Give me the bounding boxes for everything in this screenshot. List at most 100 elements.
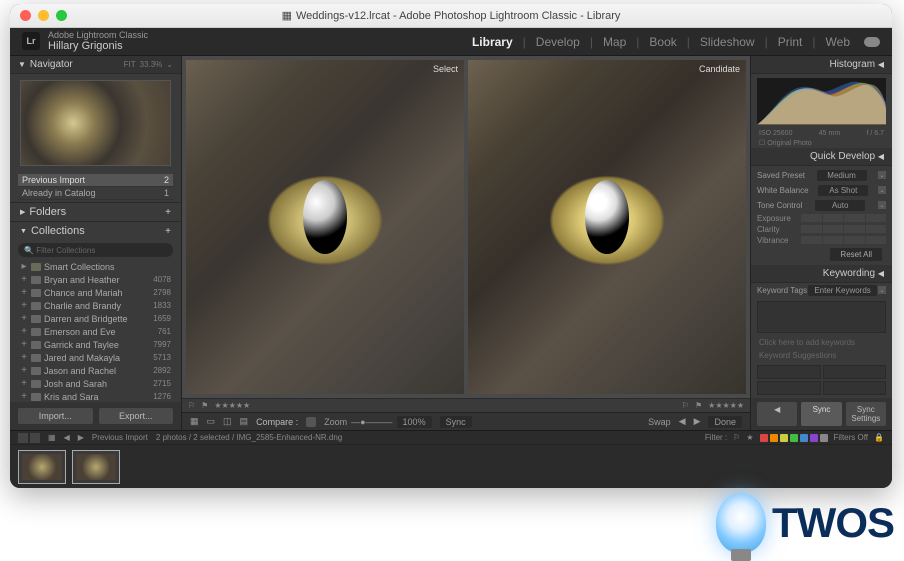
fwd-icon[interactable]: ▶ bbox=[78, 433, 84, 442]
sync-button[interactable]: Sync bbox=[801, 402, 841, 426]
selection-info: 2 photos / 2 selected / IMG_2585-Enhance… bbox=[156, 433, 342, 442]
collection-item[interactable]: +Emerson and Eve761 bbox=[16, 325, 175, 338]
module-web[interactable]: Web bbox=[820, 35, 856, 49]
histogram-chart bbox=[757, 78, 886, 125]
fullscreen-icon[interactable] bbox=[56, 10, 67, 21]
grid-icon[interactable]: ▦ bbox=[48, 433, 56, 442]
next-candidate-icon[interactable]: ▶ bbox=[694, 416, 701, 427]
color-label[interactable] bbox=[770, 434, 778, 442]
quick-develop-header[interactable]: Quick Develop ◀ bbox=[751, 148, 892, 166]
color-label[interactable] bbox=[760, 434, 768, 442]
reject-icon[interactable]: ⚑ bbox=[695, 401, 702, 410]
collection-item[interactable]: +Josh and Sarah2715 bbox=[16, 377, 175, 390]
traffic-lights bbox=[20, 10, 67, 21]
keyword-tags-mode[interactable]: Enter Keywords bbox=[808, 285, 876, 296]
triangle-right-icon: ▶ bbox=[20, 208, 25, 216]
color-label[interactable] bbox=[800, 434, 808, 442]
keyword-textarea[interactable] bbox=[757, 301, 886, 333]
collection-item[interactable]: +Jared and Makayla5713 bbox=[16, 351, 175, 364]
loupe-view-icon[interactable]: ▭ bbox=[207, 416, 216, 427]
collection-item[interactable]: +Darren and Bridgette1659 bbox=[16, 312, 175, 325]
folders-header[interactable]: ▶Folders+ bbox=[10, 202, 181, 221]
filter-star-icon[interactable]: ★ bbox=[746, 433, 753, 442]
filter-label: Filter : bbox=[705, 433, 727, 442]
second-window-icon[interactable] bbox=[30, 433, 40, 443]
filmstrip: ▦ ◀ ▶ Previous Import 2 photos / 2 select… bbox=[10, 430, 892, 488]
color-filter[interactable] bbox=[760, 434, 828, 442]
compare-select-image[interactable]: Select bbox=[186, 60, 464, 394]
module-develop[interactable]: Develop bbox=[530, 35, 586, 49]
sync-settings-button[interactable]: Sync Settings bbox=[846, 402, 886, 426]
back-icon[interactable]: ◀ bbox=[64, 433, 70, 442]
module-slideshow[interactable]: Slideshow bbox=[694, 35, 761, 49]
compare-view-icon[interactable]: ◫ bbox=[223, 416, 232, 427]
done-button[interactable]: Done bbox=[708, 416, 742, 428]
module-library[interactable]: Library bbox=[466, 35, 519, 49]
export-button[interactable]: Export... bbox=[99, 408, 174, 424]
flag-icon[interactable]: ⚐ bbox=[188, 401, 195, 410]
module-map[interactable]: Map bbox=[597, 35, 632, 49]
window-title: ▦ Weddings-v12.lrcat - Adobe Photoshop L… bbox=[282, 9, 621, 22]
grid-view-icon[interactable]: ▦ bbox=[190, 416, 199, 427]
prev-button[interactable]: ◀ bbox=[757, 402, 797, 426]
source-label[interactable]: Previous Import bbox=[92, 433, 148, 442]
main-window-icon[interactable] bbox=[18, 433, 28, 443]
select-label: Select bbox=[433, 64, 458, 74]
watermark: TWOS bbox=[716, 493, 894, 553]
compare-candidate-image[interactable]: Candidate bbox=[468, 60, 746, 394]
qd-slider-vibrance[interactable]: Vibrance bbox=[757, 235, 886, 246]
collection-item[interactable]: +Garrick and Taylee7997 bbox=[16, 338, 175, 351]
cloud-sync-icon[interactable] bbox=[864, 37, 880, 47]
preset-select[interactable]: Medium bbox=[817, 170, 867, 181]
color-label[interactable] bbox=[780, 434, 788, 442]
chevron-down-icon[interactable]: ⌄ bbox=[878, 201, 886, 209]
survey-view-icon[interactable]: ▤ bbox=[240, 416, 249, 427]
lock-icon[interactable] bbox=[306, 417, 316, 427]
module-book[interactable]: Book bbox=[643, 35, 682, 49]
filter-flag-icon[interactable]: ⚐ bbox=[733, 433, 740, 442]
collection-item[interactable]: +Charlie and Brandy1833 bbox=[16, 299, 175, 312]
collections-header[interactable]: ▼Collections+ bbox=[10, 221, 181, 240]
flag-icon[interactable]: ⚐ bbox=[682, 401, 689, 410]
color-label[interactable] bbox=[790, 434, 798, 442]
color-label[interactable] bbox=[810, 434, 818, 442]
qd-slider-exposure[interactable]: Exposure bbox=[757, 213, 886, 224]
collection-item[interactable]: +Bryan and Heather4078 bbox=[16, 273, 175, 286]
chevron-down-icon: ◀ bbox=[878, 60, 884, 69]
catalog-icon: ▦ bbox=[282, 9, 292, 22]
import-button[interactable]: Import... bbox=[18, 408, 93, 424]
close-icon[interactable] bbox=[20, 10, 31, 21]
lock-icon[interactable]: 🔒 bbox=[874, 433, 884, 442]
module-print[interactable]: Print bbox=[772, 35, 809, 49]
navigator-header[interactable]: ▼ Navigator FIT 33.3% ⌄ bbox=[10, 56, 181, 74]
keywording-header[interactable]: Keywording ◀ bbox=[751, 265, 892, 283]
triangle-down-icon: ▼ bbox=[20, 228, 27, 235]
color-label[interactable] bbox=[820, 434, 828, 442]
filters-off-toggle[interactable]: Filters Off bbox=[834, 433, 869, 442]
navigator-preview[interactable] bbox=[20, 80, 171, 166]
collection-item[interactable]: +Jason and Rachel2892 bbox=[16, 364, 175, 377]
swap-button[interactable]: Swap bbox=[648, 417, 671, 427]
collection-item[interactable]: +Kris and Sara1276 bbox=[16, 390, 175, 402]
histogram-header[interactable]: Histogram ◀ bbox=[751, 56, 892, 74]
auto-tone-button[interactable]: Auto bbox=[815, 200, 865, 211]
catalog-item[interactable]: Previous Import2 bbox=[18, 174, 173, 187]
filmstrip-thumbs[interactable] bbox=[10, 445, 892, 488]
zoom-value[interactable]: 100% bbox=[397, 416, 432, 428]
chevron-down-icon[interactable]: ⌄ bbox=[878, 186, 886, 194]
qd-slider-clarity[interactable]: Clarity bbox=[757, 224, 886, 235]
filmstrip-thumb[interactable] bbox=[18, 450, 66, 484]
prev-candidate-icon[interactable]: ◀ bbox=[679, 416, 686, 427]
chevron-down-icon[interactable]: ⌄ bbox=[878, 171, 886, 179]
reject-icon[interactable]: ⚑ bbox=[201, 401, 208, 410]
collection-item[interactable]: ▸Smart Collections bbox=[16, 260, 175, 273]
catalog-item[interactable]: Already in Catalog1 bbox=[18, 187, 173, 200]
reset-all-button[interactable]: Reset All bbox=[830, 248, 882, 261]
filmstrip-thumb[interactable] bbox=[72, 450, 120, 484]
white-balance-select[interactable]: As Shot bbox=[818, 185, 868, 196]
minimize-icon[interactable] bbox=[38, 10, 49, 21]
sync-button[interactable]: Sync bbox=[440, 416, 472, 428]
collection-item[interactable]: +Chance and Mariah2798 bbox=[16, 286, 175, 299]
keyword-hint[interactable]: Click here to add keywords bbox=[751, 336, 892, 349]
collections-filter-input[interactable]: 🔍 Filter Collections bbox=[18, 243, 173, 257]
